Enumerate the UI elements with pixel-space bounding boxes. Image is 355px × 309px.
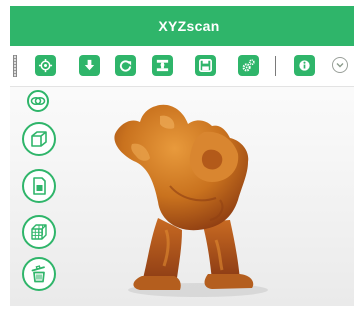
scanner-icon (156, 59, 169, 72)
view-toggle-icon (30, 96, 46, 106)
import-button[interactable] (79, 55, 100, 76)
app-window: XYZscan (10, 6, 354, 306)
trash-icon (31, 265, 45, 283)
info-icon (299, 60, 310, 71)
scan-target-button[interactable] (35, 55, 56, 76)
sd-card-icon (33, 177, 46, 195)
toolbar-separator (275, 56, 276, 76)
toolbar (10, 46, 354, 87)
refresh-icon (119, 60, 132, 72)
settings-button[interactable] (238, 55, 259, 76)
delete-button[interactable] (22, 257, 56, 291)
chevron-down-icon (336, 63, 344, 68)
view-toggle-button[interactable] (27, 90, 49, 112)
info-button[interactable] (294, 55, 315, 76)
toolbar-grip[interactable] (13, 55, 17, 77)
grid-cube-icon (31, 224, 47, 240)
target-icon (38, 58, 53, 73)
mesh-view-button[interactable] (22, 215, 56, 249)
download-icon (84, 59, 95, 71)
3d-viewport[interactable] (70, 90, 354, 304)
title-bar: XYZscan (10, 6, 354, 46)
reset-view-button[interactable] (115, 55, 136, 76)
gears-icon (242, 59, 255, 72)
sd-card-button[interactable] (22, 169, 56, 203)
cube-view-button[interactable] (22, 122, 56, 156)
save-button[interactable] (195, 55, 216, 76)
toolbar-overflow-button[interactable] (332, 57, 348, 73)
scanned-figure-model[interactable] (70, 90, 354, 304)
floppy-disk-icon (199, 59, 212, 72)
cube-icon (31, 131, 47, 147)
scanner-button[interactable] (152, 55, 173, 76)
window-title: XYZscan (158, 18, 220, 34)
